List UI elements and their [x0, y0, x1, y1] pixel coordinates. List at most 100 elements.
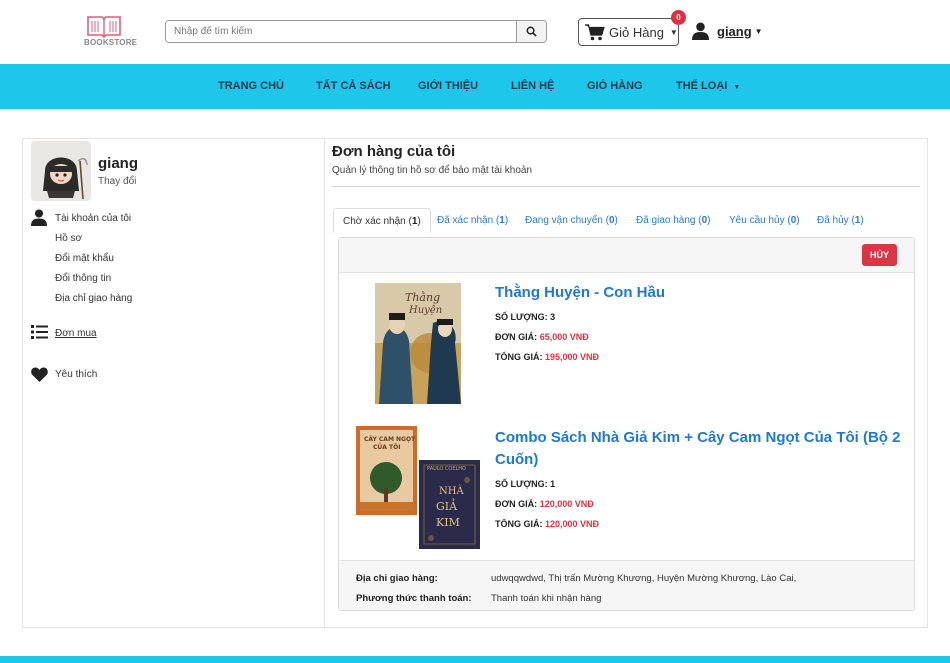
- sidebar-item-shipping-address[interactable]: Địa chỉ giao hàng: [55, 293, 132, 304]
- account-panel: giang Thay đổi Tài khoản của tôi Hồ sơ Đ…: [22, 138, 928, 628]
- tab-count: 1: [411, 216, 418, 227]
- tab-shipping[interactable]: Đang vận chuyển (0): [525, 208, 618, 233]
- cart-dropdown-button[interactable]: Giỏ Hàng ▼: [578, 18, 679, 46]
- sidebar-item-favorites[interactable]: Yêu thích: [55, 369, 97, 380]
- nav-cart[interactable]: GIỎ HÀNG: [587, 80, 643, 92]
- tab-label: Đã giao hàng: [636, 215, 696, 226]
- username: giang: [717, 23, 752, 39]
- profile-name: giang: [98, 155, 138, 172]
- tab-label: Đã xác nhận: [437, 215, 494, 226]
- svg-text:GIẢ: GIẢ: [436, 498, 458, 513]
- tab-count: 1: [854, 215, 861, 226]
- logo-text: BOOKSTORE: [84, 38, 138, 47]
- payment-method-label: Phương thức thanh toán:: [356, 593, 472, 604]
- quantity-label: SỐ LƯỢNG:: [495, 479, 548, 489]
- page-subtitle: Quản lý thông tin hồ sơ để bảo mật tài k…: [332, 165, 533, 176]
- account-sidebar: giang Thay đổi Tài khoản của tôi Hồ sơ Đ…: [23, 139, 325, 627]
- chevron-down-icon: ▼: [669, 27, 678, 37]
- product-cover-thang-huyen[interactable]: Thằng Huyện: [375, 283, 461, 404]
- nav-all-books[interactable]: TẤT CẢ SÁCH: [316, 80, 391, 92]
- header: BOOKSTORE Giỏ Hàng ▼ 0 giang ▼: [0, 0, 950, 64]
- tab-label: Đã hủy: [817, 215, 849, 226]
- product-title[interactable]: Combo Sách Nhà Giả Kim + Cây Cam Ngọt Củ…: [495, 427, 905, 471]
- total-label: TỔNG GIÁ:: [495, 519, 543, 529]
- user-menu[interactable]: giang ▼: [692, 22, 763, 40]
- svg-text:CÂY CAM NGỌT: CÂY CAM NGỌT: [364, 436, 416, 443]
- search-bar: [165, 20, 547, 43]
- page-title: Đơn hàng của tôi: [332, 143, 456, 160]
- tab-count: 0: [701, 215, 708, 226]
- tab-delivered[interactable]: Đã giao hàng (0): [636, 208, 711, 233]
- tab-label: Chờ xác nhận: [343, 216, 406, 227]
- order-card-header: HỦY: [339, 238, 914, 273]
- sidebar-item-change-password[interactable]: Đổi mật khẩu: [55, 253, 114, 264]
- nav-categories[interactable]: THỂ LOẠI ▼: [676, 80, 740, 92]
- book-cover-image: PAULO COELHO NHÀ GIẢ KIM: [419, 460, 480, 549]
- cart-count-badge: 0: [671, 10, 686, 25]
- order-card: HỦY Thằng Huyện Thằng Huyện - Con Hầu SỐ…: [338, 237, 915, 611]
- address-label: Địa chỉ giao hàng:: [356, 573, 438, 584]
- chevron-down-icon: ▼: [733, 84, 741, 91]
- svg-text:CỦA TÔI: CỦA TÔI: [373, 443, 400, 451]
- list-icon: [31, 325, 48, 339]
- search-button[interactable]: [516, 21, 546, 42]
- tab-count: 0: [608, 215, 615, 226]
- nav-about[interactable]: GIỚI THIỆU: [418, 80, 478, 92]
- nav-contact[interactable]: LIÊN HỆ: [511, 80, 554, 92]
- book-cover-image: Thằng Huyện: [375, 283, 461, 404]
- quantity-value: 3: [550, 312, 556, 322]
- nav-home[interactable]: TRANG CHỦ: [218, 80, 284, 92]
- search-icon: [526, 26, 537, 37]
- quantity-label: SỐ LƯỢNG:: [495, 312, 548, 322]
- sidebar-item-my-account[interactable]: Tài khoản của tôi: [55, 213, 131, 224]
- cancel-order-button[interactable]: HỦY: [862, 244, 897, 266]
- tab-count: 1: [499, 215, 505, 226]
- total-value: 120,000 VNĐ: [545, 519, 600, 529]
- search-input[interactable]: [166, 21, 516, 42]
- tab-confirmed[interactable]: Đã xác nhận (1): [437, 208, 508, 233]
- address-value: udwqqwdwd, Thị trấn Mường Khương, Huyện …: [491, 573, 797, 584]
- svg-text:Huyện: Huyện: [408, 305, 442, 316]
- divider: [332, 186, 920, 187]
- product-unit-price: ĐƠN GIÁ: 120,000 VNĐ: [495, 499, 594, 509]
- unit-price-value: 65,000 VNĐ: [539, 332, 589, 342]
- user-icon: [692, 22, 709, 40]
- svg-text:NHÀ: NHÀ: [439, 485, 464, 497]
- tab-label: Đang vận chuyển: [525, 215, 603, 226]
- tab-label: Yêu cầu hủy: [729, 215, 785, 226]
- footer-bar: [0, 656, 950, 663]
- product-cover-nha-gia-kim[interactable]: PAULO COELHO NHÀ GIẢ KIM: [419, 460, 480, 549]
- product-quantity: SỐ LƯỢNG: 3: [495, 312, 555, 322]
- chevron-down-icon: ▼: [754, 26, 763, 36]
- bookstore-logo[interactable]: BOOKSTORE: [82, 14, 144, 52]
- sidebar-item-profile[interactable]: Hồ sơ: [55, 233, 82, 244]
- sidebar-item-orders[interactable]: Đơn mua: [55, 328, 97, 339]
- product-total: TỔNG GIÁ: 120,000 VNĐ: [495, 519, 599, 529]
- order-status-tabs: Chờ xác nhận (1) Đã xác nhận (1) Đang vậ…: [332, 208, 926, 233]
- tab-cancel-requests[interactable]: Yêu cầu hủy (0): [729, 208, 800, 233]
- quantity-value: 1: [550, 479, 556, 489]
- product-total: TỔNG GIÁ: 195,000 VNĐ: [495, 352, 599, 362]
- change-avatar-link[interactable]: Thay đổi: [98, 176, 136, 187]
- avatar: [31, 141, 91, 201]
- nav-categories-label: THỂ LOẠI: [676, 80, 728, 92]
- tab-cancelled[interactable]: Đã hủy (1): [817, 208, 864, 233]
- cart-icon: [585, 23, 605, 40]
- product-unit-price: ĐƠN GIÁ: 65,000 VNĐ: [495, 332, 589, 342]
- svg-text:PAULO COELHO: PAULO COELHO: [427, 466, 466, 472]
- svg-text:Thằng: Thằng: [405, 291, 440, 304]
- heart-icon: [31, 367, 48, 382]
- unit-price-label: ĐƠN GIÁ:: [495, 499, 538, 509]
- unit-price-value: 120,000 VNĐ: [539, 499, 594, 509]
- total-label: TỔNG GIÁ:: [495, 352, 543, 362]
- product-title[interactable]: Thằng Huyện - Con Hầu: [495, 282, 895, 304]
- sidebar-item-change-info[interactable]: Đổi thông tin: [55, 273, 111, 284]
- tab-pending[interactable]: Chờ xác nhận (1): [333, 208, 431, 233]
- user-icon: [31, 209, 47, 226]
- book-logo-icon: [87, 16, 121, 38]
- book-cover-image: CÂY CAM NGỌT CỦA TÔI: [356, 426, 417, 515]
- total-value: 195,000 VNĐ: [545, 352, 600, 362]
- tab-count: 0: [790, 215, 797, 226]
- unit-price-label: ĐƠN GIÁ:: [495, 332, 538, 342]
- product-cover-cay-cam[interactable]: CÂY CAM NGỌT CỦA TÔI: [356, 426, 417, 515]
